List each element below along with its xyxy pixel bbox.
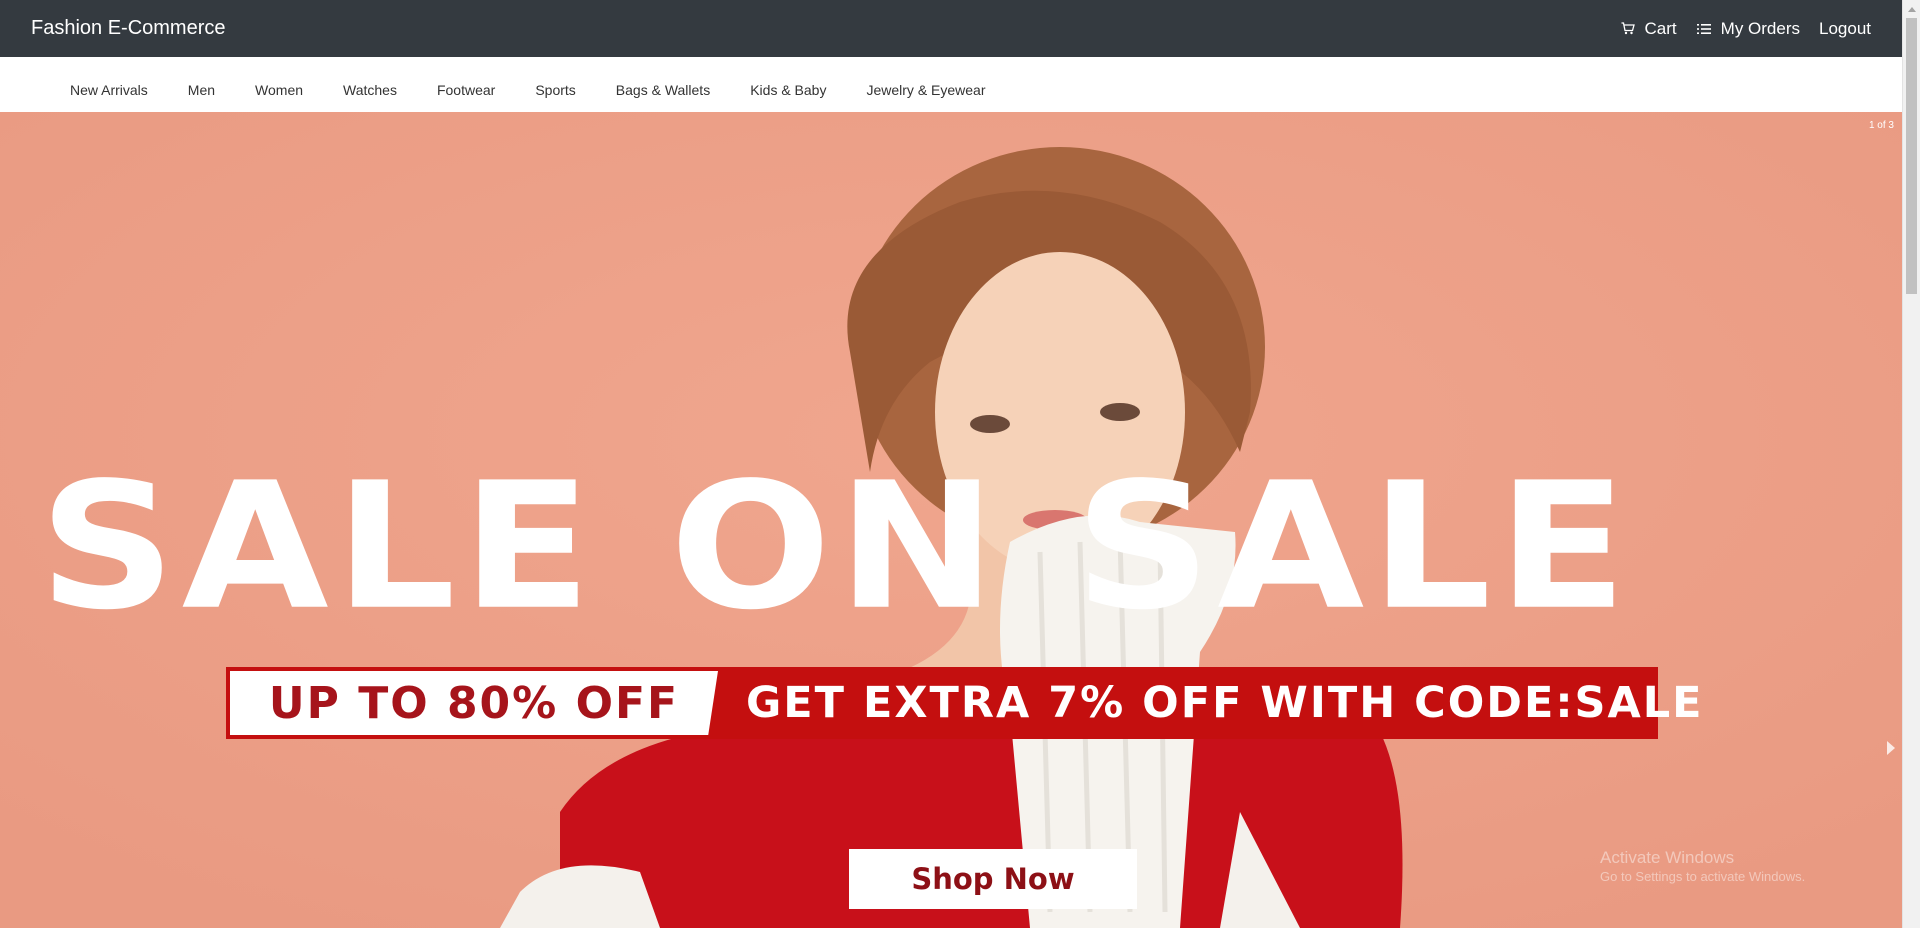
category-bar: New Arrivals Men Women Watches Footwear … xyxy=(0,57,1902,112)
page-scrollbar[interactable] xyxy=(1902,0,1920,928)
shop-now-button[interactable]: Shop Now xyxy=(849,849,1137,909)
windows-activation-watermark: Activate Windows Go to Settings to activ… xyxy=(1600,847,1805,886)
top-navbar: Fashion E-Commerce Cart My Orders Logout xyxy=(0,0,1902,57)
category-women[interactable]: Women xyxy=(255,82,303,98)
cart-label: Cart xyxy=(1644,18,1677,38)
category-new-arrivals[interactable]: New Arrivals xyxy=(70,82,148,98)
hero-carousel[interactable]: 1 of 3 SALE ON SALE UP TO 80% OFF GET EX… xyxy=(0,112,1902,928)
cart-icon xyxy=(1620,21,1636,37)
category-men[interactable]: Men xyxy=(188,82,215,98)
hero-headline: SALE ON SALE xyxy=(38,444,1634,649)
category-bags-wallets[interactable]: Bags & Wallets xyxy=(616,82,710,98)
watermark-title: Activate Windows xyxy=(1600,848,1735,867)
promo-discount: UP TO 80% OFF xyxy=(230,671,718,735)
chevron-right-icon xyxy=(1887,741,1895,755)
promo-strip: UP TO 80% OFF GET EXTRA 7% OFF WITH CODE… xyxy=(226,667,1702,739)
carousel-next-arrow[interactable] xyxy=(1884,737,1898,759)
category-watches[interactable]: Watches xyxy=(343,82,397,98)
category-footwear[interactable]: Footwear xyxy=(437,82,495,98)
list-icon xyxy=(1696,21,1712,37)
scroll-up-arrow-icon[interactable] xyxy=(1903,0,1920,17)
slide-counter: 1 of 3 xyxy=(1868,120,1894,131)
category-sports[interactable]: Sports xyxy=(535,82,575,98)
my-orders-label: My Orders xyxy=(1720,18,1800,38)
logout-link[interactable]: Logout xyxy=(1819,19,1871,39)
cart-link[interactable]: Cart xyxy=(1620,19,1677,39)
my-orders-link[interactable]: My Orders xyxy=(1696,19,1800,39)
category-jewelry-eyewear[interactable]: Jewelry & Eyewear xyxy=(866,82,985,98)
promo-code-text: GET EXTRA 7% OFF WITH CODE:SALE xyxy=(746,678,1704,728)
page: Fashion E-Commerce Cart My Orders Logout… xyxy=(0,0,1920,928)
brand-link[interactable]: Fashion E-Commerce xyxy=(31,17,226,40)
top-nav-links: Cart My Orders Logout xyxy=(1601,19,1871,39)
scrollbar-thumb[interactable] xyxy=(1906,18,1917,294)
category-kids-baby[interactable]: Kids & Baby xyxy=(750,82,826,98)
watermark-subtitle: Go to Settings to activate Windows. xyxy=(1600,869,1806,885)
